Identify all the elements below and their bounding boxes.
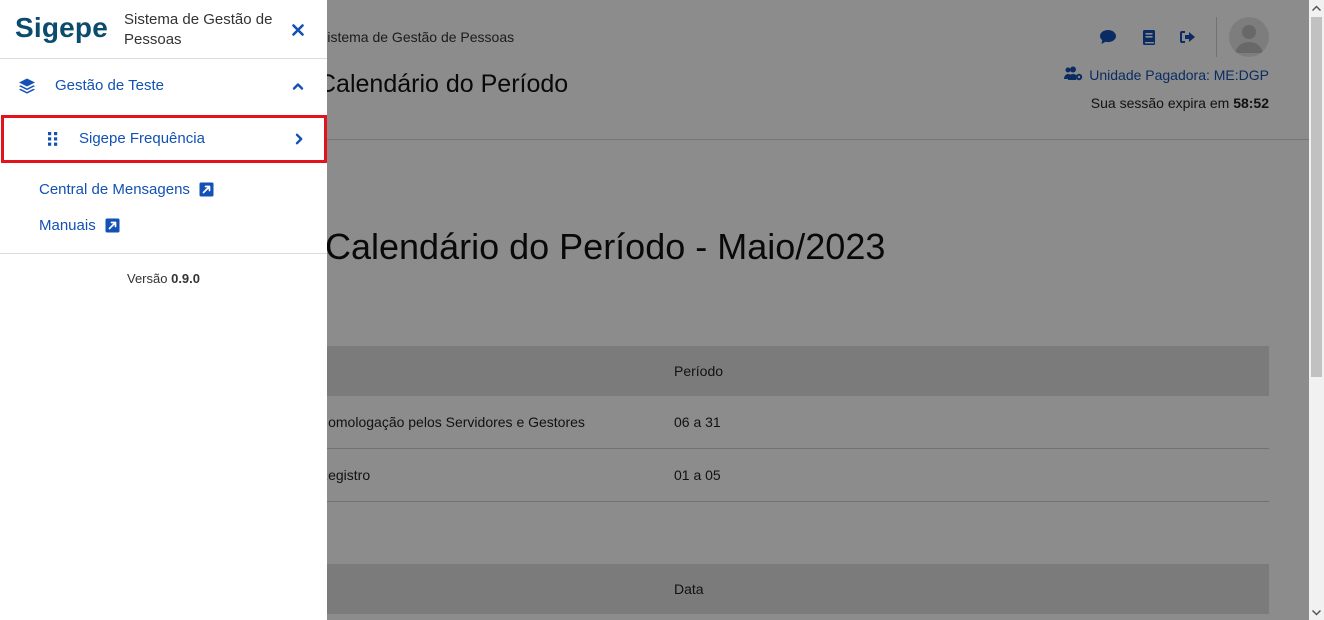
scroll-thumb[interactable] [1311,17,1322,377]
side-menu: Sigepe Sistema de Gestão de Pessoas Gest… [0,0,327,620]
menu-brand: Sigepe Sistema de Gestão de Pessoas [0,0,327,59]
close-icon [292,24,304,36]
external-link-icon [199,182,214,197]
menu-item-label: Sigepe Frequência [79,130,205,147]
link-manuais[interactable]: Manuais [39,217,120,234]
layers-icon [18,77,36,95]
menu-group-gestao-de-teste[interactable]: Gestão de Teste [0,59,327,113]
menu-group-label: Gestão de Teste [55,77,164,94]
link-central-de-mensagens[interactable]: Central de Mensagens [39,181,214,198]
close-menu-button[interactable] [288,20,308,40]
link-label: Manuais [39,217,96,234]
version-number: 0.9.0 [171,271,201,286]
external-link-icon [105,218,120,233]
grip-dots-icon [46,131,60,147]
menu-divider [0,253,327,254]
version-info: Versão 0.9.0 [0,271,327,286]
scroll-down-arrow-icon[interactable] [1309,605,1324,620]
scroll-up-arrow-icon[interactable] [1309,0,1324,15]
chevron-up-icon [291,79,305,93]
vertical-scrollbar[interactable] [1309,0,1324,620]
menu-item-sigepe-frequencia[interactable]: Sigepe Frequência [1,115,327,163]
version-label: Versão [126,271,168,286]
system-subtitle: Sistema de Gestão de Pessoas [124,11,273,48]
chevron-right-icon [292,132,306,146]
sigepe-logo[interactable]: Sigepe [15,12,108,44]
link-label: Central de Mensagens [39,181,190,198]
